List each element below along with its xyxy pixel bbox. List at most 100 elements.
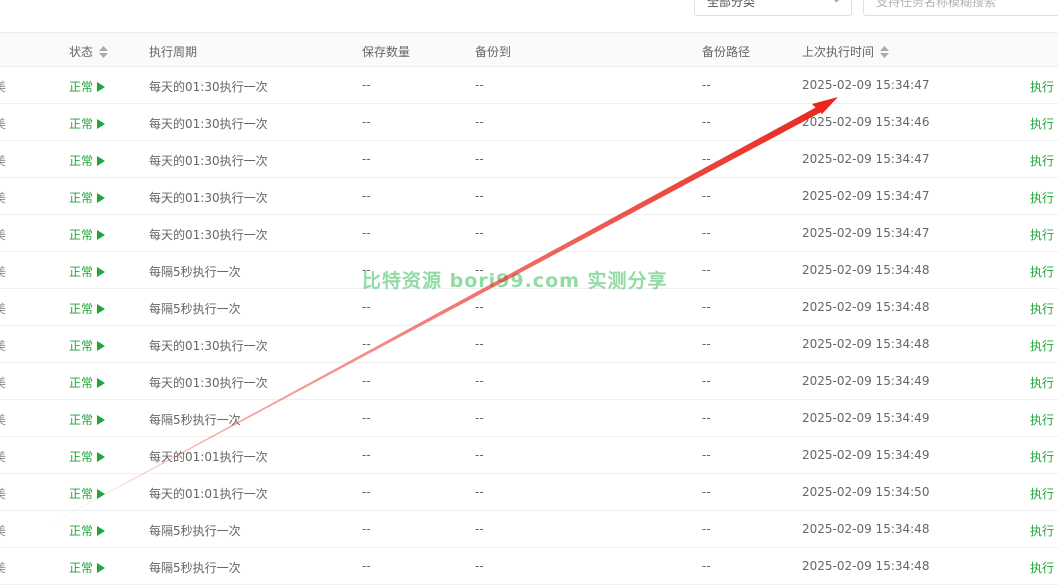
keep-count-cell: -- <box>362 78 371 92</box>
watermark: 比特资源 bori99.com 实测分享 <box>362 270 668 292</box>
cycle-cell: 每隔5秒执行一次 <box>149 265 241 279</box>
search-input[interactable] <box>863 0 1058 16</box>
keep-count-cell: -- <box>362 522 371 536</box>
execute-button[interactable]: 执行 <box>1030 559 1054 576</box>
execute-button[interactable]: 执行 <box>1030 263 1054 280</box>
status-toggle[interactable]: 正常 <box>69 189 106 206</box>
backup-path-cell: -- <box>702 448 711 462</box>
status-toggle[interactable]: 正常 <box>69 263 106 280</box>
play-icon <box>97 341 106 351</box>
task-name-cell: 美 <box>0 302 7 316</box>
task-name-cell: 美 <box>0 191 7 205</box>
execute-button[interactable]: 执行 <box>1030 226 1054 243</box>
cycle-cell: 每天的01:30执行一次 <box>149 117 268 131</box>
table-row: 美 正常 每天的01:30执行一次 -- -- -- 2025-02-09 15:34:47… <box>0 178 1058 215</box>
play-icon <box>97 563 106 573</box>
status-label: 正常 <box>69 154 94 168</box>
status-toggle[interactable]: 正常 <box>69 152 106 169</box>
last-run-cell: 2025-02-09 15:34:48 <box>802 522 930 536</box>
status-toggle[interactable]: 正常 <box>69 337 106 354</box>
task-name-cell: 美 <box>0 524 7 538</box>
cycle-cell: 每隔5秒执行一次 <box>149 561 241 575</box>
last-run-cell: 2025-02-09 15:34:47 <box>802 78 930 92</box>
backup-to-cell: -- <box>475 485 484 499</box>
play-icon <box>97 156 106 166</box>
execute-button[interactable]: 执行 <box>1030 522 1054 539</box>
last-run-cell: 2025-02-09 15:34:48 <box>802 559 930 573</box>
keep-count-cell: -- <box>362 411 371 425</box>
status-toggle[interactable]: 正常 <box>69 485 106 502</box>
header-backup-to: 备份到 <box>475 45 512 59</box>
status-toggle[interactable]: 正常 <box>69 559 106 576</box>
table-row: 美 正常 每天的01:30执行一次 -- -- -- 2025-02-09 15:34:49… <box>0 363 1058 400</box>
backup-path-cell: -- <box>702 337 711 351</box>
backup-to-cell: -- <box>475 189 484 203</box>
status-toggle[interactable]: 正常 <box>69 78 106 95</box>
last-run-cell: 2025-02-09 15:34:47 <box>802 226 930 240</box>
category-select-value: 全部分类 <box>707 0 756 9</box>
backup-path-cell: -- <box>702 411 711 425</box>
status-label: 正常 <box>69 376 94 390</box>
header-status[interactable]: 状态 <box>69 43 109 60</box>
header-status-label: 状态 <box>69 45 94 59</box>
status-toggle[interactable]: 正常 <box>69 374 106 391</box>
status-toggle[interactable]: 正常 <box>69 448 106 465</box>
execute-button[interactable]: 执行 <box>1030 189 1054 206</box>
cycle-cell: 每天的01:30执行一次 <box>149 154 268 168</box>
status-toggle[interactable]: 正常 <box>69 411 106 428</box>
backup-to-cell: -- <box>475 115 484 129</box>
cycle-cell: 每天的01:01执行一次 <box>149 487 268 501</box>
play-icon <box>97 304 106 314</box>
status-toggle[interactable]: 正常 <box>69 226 106 243</box>
backup-to-cell: -- <box>475 337 484 351</box>
status-label: 正常 <box>69 228 94 242</box>
status-label: 正常 <box>69 265 94 279</box>
table-row: 美 正常 每隔5秒执行一次 -- -- -- 2025-02-09 15:34:48 执行 <box>0 511 1058 548</box>
sort-icon[interactable] <box>99 46 109 58</box>
task-name-cell: 美 <box>0 80 7 94</box>
header-last-run[interactable]: 上次执行时间 <box>802 43 890 60</box>
execute-button[interactable]: 执行 <box>1030 448 1054 465</box>
table-row: 美 正常 每隔5秒执行一次 -- -- -- 2025-02-09 15:34:49 执行 <box>0 400 1058 437</box>
play-icon <box>97 267 106 277</box>
last-run-cell: 2025-02-09 15:34:49 <box>802 448 930 462</box>
execute-button[interactable]: 执行 <box>1030 152 1054 169</box>
sort-icon[interactable] <box>880 46 890 58</box>
execute-button[interactable]: 执行 <box>1030 115 1054 132</box>
task-name-cell: 美 <box>0 487 7 501</box>
category-select[interactable]: 全部分类 <box>694 0 852 16</box>
execute-button[interactable]: 执行 <box>1030 374 1054 391</box>
task-name-cell: 美 <box>0 376 7 390</box>
backup-to-cell: -- <box>475 448 484 462</box>
table-row: 美 正常 每天的01:30执行一次 -- -- -- 2025-02-09 15:34:48… <box>0 326 1058 363</box>
execute-button[interactable]: 执行 <box>1030 78 1054 95</box>
status-label: 正常 <box>69 339 94 353</box>
header-cycle: 执行周期 <box>149 45 198 59</box>
status-toggle[interactable]: 正常 <box>69 300 106 317</box>
status-label: 正常 <box>69 117 94 131</box>
status-label: 正常 <box>69 191 94 205</box>
execute-button[interactable]: 执行 <box>1030 337 1054 354</box>
status-label: 正常 <box>69 80 94 94</box>
play-icon <box>97 489 106 499</box>
execute-button[interactable]: 执行 <box>1030 300 1054 317</box>
table-row: 美 正常 每天的01:30执行一次 -- -- -- 2025-02-09 15:34:46… <box>0 104 1058 141</box>
task-name-cell: 美 <box>0 117 7 131</box>
execute-button[interactable]: 执行 <box>1030 485 1054 502</box>
header-last-run-label: 上次执行时间 <box>802 45 875 59</box>
status-toggle[interactable]: 正常 <box>69 115 106 132</box>
last-run-cell: 2025-02-09 15:34:47 <box>802 189 930 203</box>
table-row: 美 正常 每天的01:30执行一次 -- -- -- 2025-02-09 15:34:47… <box>0 215 1058 252</box>
play-icon <box>97 415 106 425</box>
play-icon <box>97 82 106 92</box>
status-label: 正常 <box>69 561 94 575</box>
keep-count-cell: -- <box>362 448 371 462</box>
table-header: 状态 执行周期 保存数量 备份到 备份路径 上次执行时间 <box>0 32 1058 67</box>
table-row: 美 正常 每隔5秒执行一次 -- -- -- 2025-02-09 15:34:48 执行 <box>0 548 1058 585</box>
execute-button[interactable]: 执行 <box>1030 411 1054 428</box>
backup-to-cell: -- <box>475 374 484 388</box>
table-row: 美 正常 每天的01:30执行一次 -- -- -- 2025-02-09 15:34:47… <box>0 141 1058 178</box>
status-toggle[interactable]: 正常 <box>69 522 106 539</box>
backup-path-cell: -- <box>702 78 711 92</box>
keep-count-cell: -- <box>362 115 371 129</box>
